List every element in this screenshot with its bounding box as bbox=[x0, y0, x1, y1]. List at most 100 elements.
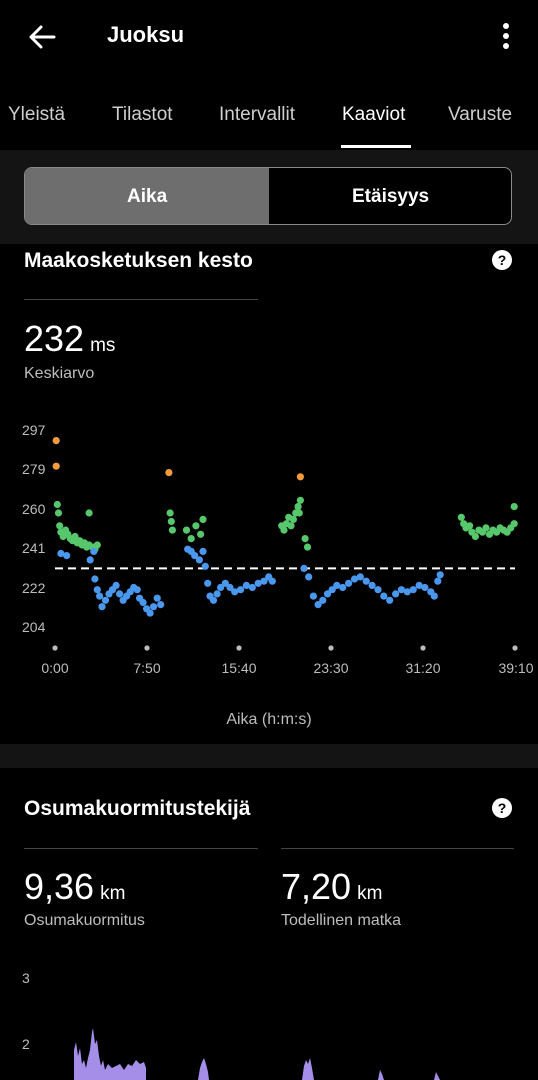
orange-data-point bbox=[165, 469, 173, 477]
tab-overview[interactable]: Yleistä bbox=[8, 104, 65, 126]
orange-data-point bbox=[52, 462, 60, 470]
green-data-point bbox=[303, 543, 312, 551]
blue-data-point bbox=[96, 592, 104, 600]
active-tab-indicator bbox=[341, 145, 411, 148]
blue-data-point bbox=[421, 583, 429, 592]
card-separator bbox=[0, 744, 538, 768]
blue-data-point bbox=[209, 596, 218, 604]
blue-data-point bbox=[86, 556, 94, 564]
true-distance-label: Todellinen matka bbox=[281, 912, 402, 929]
impact-divider-right bbox=[281, 848, 514, 849]
blue-data-point bbox=[133, 586, 141, 594]
blue-data-point bbox=[409, 586, 417, 594]
green-data-point bbox=[289, 515, 297, 523]
green-data-point bbox=[296, 496, 304, 504]
orange-data-point bbox=[296, 473, 304, 481]
impact-title: Osumakuormitustekijä bbox=[24, 797, 251, 820]
green-data-point bbox=[85, 509, 93, 517]
blue-data-point bbox=[380, 592, 388, 600]
impact-load-number: 9,36 bbox=[24, 866, 95, 907]
blue-data-point bbox=[305, 573, 313, 581]
page-title: Juoksu bbox=[107, 22, 185, 47]
blue-data-point bbox=[116, 590, 124, 598]
blue-data-point bbox=[199, 547, 207, 555]
impact-area-series bbox=[74, 1028, 440, 1080]
blue-data-point bbox=[300, 564, 308, 572]
blue-data-point bbox=[204, 579, 212, 587]
blue-data-point bbox=[374, 586, 382, 594]
blue-data-point bbox=[339, 583, 347, 592]
tab-charts[interactable]: Kaaviot bbox=[342, 104, 405, 126]
green-data-point bbox=[197, 530, 205, 538]
blue-data-point bbox=[112, 581, 120, 589]
gct-divider bbox=[24, 299, 258, 300]
blue-data-point bbox=[101, 596, 110, 604]
green-data-point bbox=[168, 526, 176, 534]
impact-load-unit: km bbox=[100, 883, 126, 904]
green-data-point bbox=[54, 509, 63, 517]
more-options-icon[interactable] bbox=[496, 20, 516, 54]
true-distance-number: 7,20 bbox=[281, 866, 352, 907]
green-data-point bbox=[199, 515, 207, 523]
gct-average-number: 232 bbox=[24, 318, 85, 359]
x-tick-dot bbox=[52, 645, 58, 651]
x-tick-dot bbox=[512, 645, 518, 651]
gct-average-value: 232 ms bbox=[24, 318, 115, 360]
x-tick-5: 39:10 bbox=[498, 660, 534, 676]
blue-data-point bbox=[146, 609, 154, 617]
green-data-point bbox=[280, 526, 288, 534]
blue-data-point bbox=[362, 577, 370, 585]
blue-data-point bbox=[157, 601, 165, 609]
impact-help-icon[interactable]: ? bbox=[492, 798, 512, 818]
back-arrow-icon[interactable] bbox=[26, 22, 58, 52]
x-tick-2: 15:40 bbox=[221, 660, 257, 676]
blue-data-point bbox=[153, 594, 161, 602]
blue-data-point bbox=[392, 590, 400, 598]
green-data-point bbox=[457, 513, 465, 521]
blue-data-point bbox=[98, 603, 106, 611]
blue-data-point bbox=[368, 581, 376, 589]
blue-data-point bbox=[201, 562, 209, 570]
blue-data-point bbox=[237, 586, 245, 594]
tab-gear[interactable]: Varuste bbox=[448, 104, 512, 126]
blue-data-point bbox=[213, 590, 221, 598]
gct-average-unit: ms bbox=[90, 335, 116, 356]
green-data-point bbox=[301, 535, 309, 543]
blue-data-point bbox=[356, 573, 364, 581]
green-data-point bbox=[192, 522, 200, 530]
impact-area-chart bbox=[74, 1028, 440, 1080]
green-data-point bbox=[93, 541, 101, 549]
blue-data-point bbox=[150, 603, 158, 611]
x-tick-0: 0:00 bbox=[41, 660, 69, 676]
gct-help-icon[interactable]: ? bbox=[492, 250, 512, 270]
toggle-distance[interactable]: Etäisyys bbox=[352, 186, 429, 208]
blue-data-point bbox=[434, 577, 442, 585]
blue-data-point bbox=[195, 556, 203, 564]
tab-intervals[interactable]: Intervallit bbox=[219, 104, 295, 126]
green-data-point bbox=[182, 526, 191, 534]
impact-divider-left bbox=[24, 848, 258, 849]
green-data-point bbox=[295, 509, 303, 517]
x-tick-1: 7:50 bbox=[133, 660, 161, 676]
green-data-point bbox=[466, 522, 474, 530]
impact-y-tick-3: 3 bbox=[22, 970, 30, 986]
blue-data-point bbox=[91, 575, 99, 583]
gct-title: Maakosketuksen kesto bbox=[24, 249, 253, 272]
gct-average-label: Keskiarvo bbox=[24, 365, 95, 382]
blue-data-point bbox=[90, 547, 98, 555]
blue-data-point bbox=[430, 592, 438, 600]
blue-data-point bbox=[93, 586, 101, 594]
green-data-point bbox=[166, 509, 174, 517]
green-data-point bbox=[167, 517, 175, 526]
x-tick-dot bbox=[328, 645, 334, 651]
tab-bar: Yleistä Tilastot Intervallit Kaaviot Var… bbox=[0, 76, 538, 150]
impact-load-label: Osumakuormitus bbox=[24, 912, 145, 929]
gct-x-axis-label: Aika (h:m:s) bbox=[226, 711, 312, 728]
tab-statistics[interactable]: Tilastot bbox=[112, 104, 173, 126]
true-distance-value: 7,20 km bbox=[281, 866, 382, 908]
app-bar: Juoksu bbox=[0, 0, 538, 76]
x-tick-dot bbox=[420, 645, 426, 651]
blue-data-point bbox=[345, 579, 353, 587]
impact-load-value: 9,36 km bbox=[24, 866, 125, 908]
toggle-time[interactable]: Aika bbox=[127, 186, 167, 208]
